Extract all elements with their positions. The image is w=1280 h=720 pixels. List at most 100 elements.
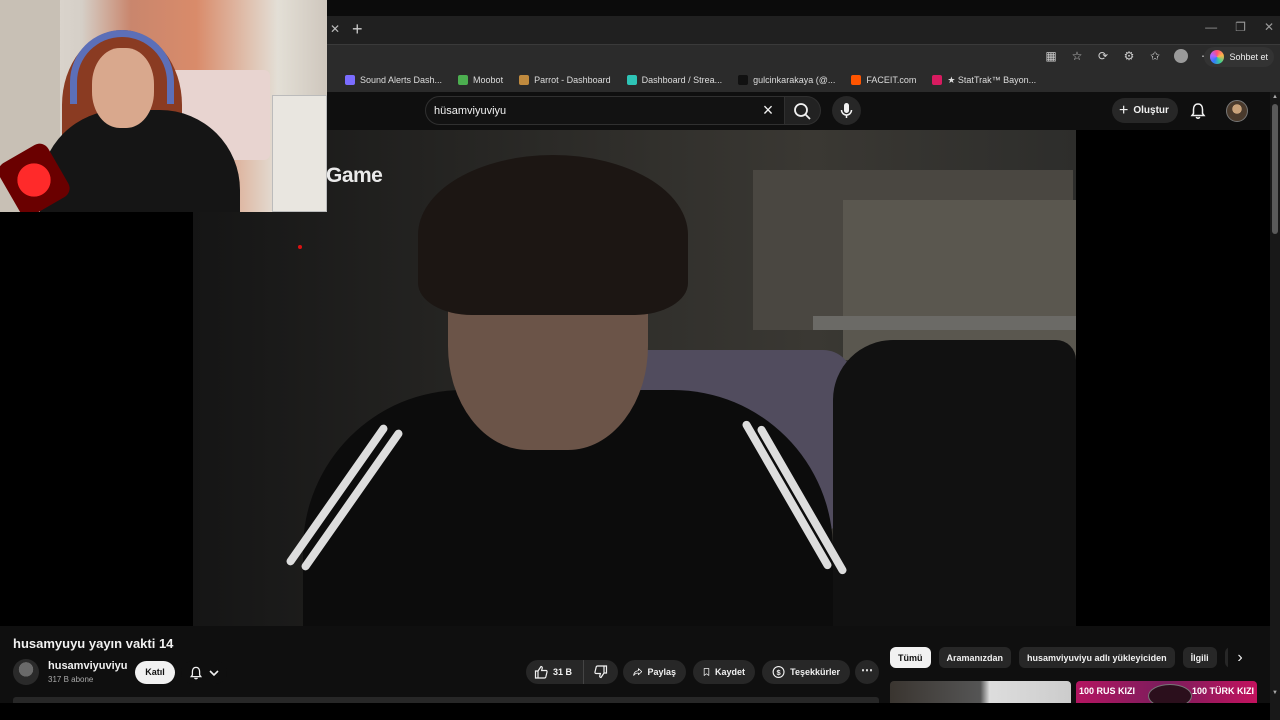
user-avatar[interactable] <box>1226 100 1248 122</box>
thumbnail-text-right: 100 TÜRK KIZI <box>1191 686 1254 696</box>
webcam-drawer <box>272 95 327 212</box>
share-button[interactable]: Paylaş <box>623 660 686 684</box>
voice-search-button[interactable] <box>832 96 861 125</box>
scroll-up-icon[interactable]: ▲ <box>1270 94 1280 102</box>
chat-label: Sohbet et <box>1229 52 1268 62</box>
search-input[interactable] <box>434 102 754 120</box>
plus-icon: + <box>1119 101 1129 119</box>
address-bar-icons: ▦ ☆ ⟳ ⚙ ✩ ⋯ <box>1044 49 1214 63</box>
bookmark-item[interactable]: ★ StatTrak™ Bayon... <box>932 75 1036 86</box>
like-dislike-group: 31 B <box>526 660 618 684</box>
extensions-icon[interactable]: ⚙ <box>1122 49 1136 63</box>
minimize-icon[interactable]: — <box>1205 20 1217 34</box>
copilot-chat-button[interactable]: Sohbet et <box>1204 47 1274 67</box>
chip-filter[interactable]: Aramanızdan <box>938 647 1012 668</box>
microphone-icon <box>840 103 853 118</box>
more-dots-icon: ⋯ <box>861 663 873 677</box>
channel-avatar[interactable] <box>13 659 39 685</box>
bookmark-label: Moobot <box>473 75 504 85</box>
chip-all[interactable]: Tümü <box>890 647 931 668</box>
bookmark-item[interactable]: Parrot - Dashboard <box>519 75 611 85</box>
filter-chips: Tümü Aramanızdan husamviyuviyu adlı yükley… <box>890 647 1228 669</box>
tab-close-icon[interactable]: ✕ <box>330 22 342 36</box>
headset-icon <box>70 30 174 104</box>
subscriber-count: 317 B abone <box>48 675 94 684</box>
subscription-bell-button[interactable] <box>181 661 227 684</box>
super-thanks-icon: $ <box>772 665 785 679</box>
dislike-button[interactable] <box>584 660 618 684</box>
restore-icon[interactable]: ❐ <box>1235 20 1246 34</box>
bookmark-label: FACEIT.com <box>866 75 917 85</box>
chip-filter[interactable]: S <box>1224 647 1228 668</box>
window-close-icon[interactable]: ✕ <box>1264 20 1274 34</box>
kitchen-cabinet <box>843 200 1076 360</box>
page-scrollbar[interactable]: ▲ ▼ <box>1270 92 1280 720</box>
bell-icon <box>1190 103 1206 119</box>
bookmark-label: ★ StatTrak™ Bayon... <box>947 74 1037 85</box>
recommendation-thumbnail[interactable] <box>890 681 1071 703</box>
bookmark-favicon-icon <box>851 75 862 85</box>
bookmark-item[interactable]: Dashboard / Strea... <box>626 75 723 85</box>
scroll-thumb[interactable] <box>1272 104 1278 234</box>
bookmark-item[interactable]: Moobot <box>458 75 503 85</box>
thumbs-down-icon <box>594 665 608 679</box>
thanks-label: Teşekkürler <box>790 667 840 677</box>
create-label: Oluştur <box>1133 105 1169 116</box>
thumbnail-logo <box>1148 684 1192 703</box>
bookmark-label: gulcinkarakaya (@... <box>753 75 836 85</box>
video-overlay-text: Game <box>326 164 383 187</box>
save-button[interactable]: Kaydet <box>693 660 755 684</box>
webcam-overlay <box>0 0 327 212</box>
kitchen-counter <box>813 316 1076 330</box>
favorites-icon[interactable]: ✩ <box>1148 49 1162 63</box>
apps-icon[interactable]: ▦ <box>1044 49 1058 63</box>
save-label: Kaydet <box>714 667 745 677</box>
channel-name[interactable]: husamviyuviyu <box>48 660 127 672</box>
search-box: × <box>425 96 785 125</box>
screen: ✕ + — ❐ ✕ ▦ ☆ ⟳ ⚙ ✩ ⋯ Sohbet et Sound Al… <box>0 0 1280 720</box>
chip-filter[interactable]: husamviyuviyu adlı yükleyiciden <box>1019 647 1175 668</box>
profile-icon[interactable] <box>1174 49 1188 63</box>
copilot-icon <box>1210 50 1225 64</box>
join-button[interactable]: Katıl <box>135 661 175 684</box>
clear-search-icon[interactable]: × <box>758 101 778 121</box>
notifications-button[interactable] <box>1188 101 1208 121</box>
chevron-right-icon[interactable]: › <box>1230 650 1250 668</box>
favorite-star-icon[interactable]: ☆ <box>1070 49 1084 63</box>
tab-strip <box>327 16 1280 44</box>
bookmark-icon <box>703 668 710 676</box>
bookmark-item[interactable]: FACEIT.com <box>851 75 916 85</box>
bottom-edge <box>0 703 1270 720</box>
window-controls: — ❐ ✕ <box>1205 20 1274 34</box>
create-button[interactable]: + Oluştur <box>1112 98 1178 123</box>
jacket-on-chair <box>833 340 1076 626</box>
video-title: husamyuyu yayın vakti 14 <box>13 636 174 651</box>
scroll-down-icon[interactable]: ▼ <box>1270 690 1280 698</box>
search-icon <box>794 103 811 120</box>
chevron-down-icon <box>209 669 219 676</box>
address-bar: ▦ ☆ ⟳ ⚙ ✩ ⋯ Sohbet et <box>327 44 1280 68</box>
bookmark-item[interactable]: gulcinkarakaya (@... <box>738 75 835 85</box>
bookmark-favicon-icon <box>626 75 637 85</box>
red-dot <box>298 245 302 249</box>
bookmark-favicon-icon <box>932 75 943 85</box>
bookmark-favicon-icon <box>519 75 530 85</box>
search-button[interactable] <box>785 96 821 125</box>
refresh-extension-icon[interactable]: ⟳ <box>1096 49 1110 63</box>
like-button[interactable]: 31 B <box>526 660 584 684</box>
like-count: 31 B <box>553 667 573 677</box>
recommendation-thumbnail[interactable]: 100 RUS KIZI 100 TÜRK KIZI <box>1076 681 1257 703</box>
bookmark-favicon-icon <box>738 75 749 85</box>
thumbs-up-icon <box>534 665 548 679</box>
bookmark-label: Sound Alerts Dash... <box>360 75 443 85</box>
more-actions-button[interactable]: ⋯ <box>855 660 879 684</box>
bookmark-favicon-icon <box>345 75 355 85</box>
thanks-button[interactable]: $ Teşekkürler <box>762 660 850 684</box>
thumbnail-text-left: 100 RUS KIZI <box>1079 686 1136 696</box>
bookmark-favicon-icon <box>458 75 469 85</box>
bookmark-label: Dashboard / Strea... <box>641 75 723 85</box>
new-tab-button[interactable]: + <box>352 20 368 38</box>
share-label: Paylaş <box>647 667 676 677</box>
bookmark-item[interactable]: Sound Alerts Dash... <box>345 75 442 85</box>
chip-filter[interactable]: İlgili <box>1182 647 1217 668</box>
